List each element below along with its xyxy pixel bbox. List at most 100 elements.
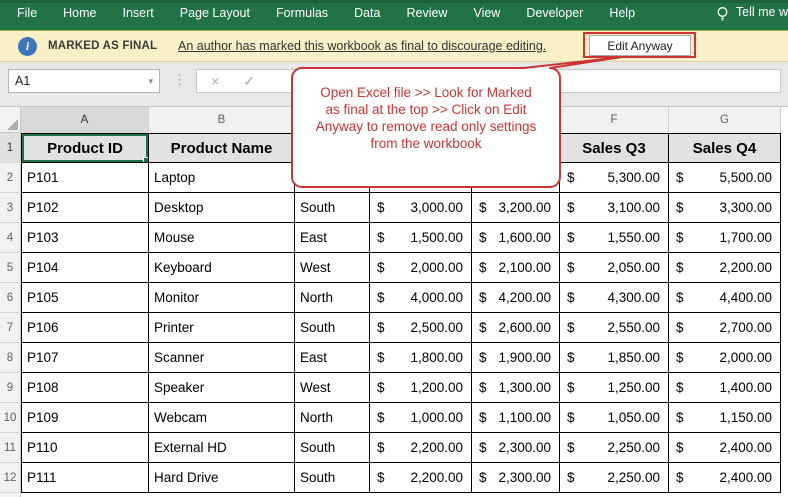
- grid-cell-G1[interactable]: Sales Q4: [669, 133, 781, 163]
- grid-cell-F11[interactable]: $2,250.00: [560, 433, 669, 463]
- name-box-dropdown-icon[interactable]: ▾: [148, 76, 159, 87]
- ribbon-tab-insert[interactable]: Insert: [110, 0, 167, 20]
- grid-cell-D3[interactable]: $3,000.00: [370, 193, 472, 223]
- grid-cell-C7[interactable]: South: [295, 313, 370, 343]
- grid-cell-A5[interactable]: P104: [21, 253, 149, 283]
- grid-cell-D9[interactable]: $1,200.00: [370, 373, 472, 403]
- grid-cell-B6[interactable]: Monitor: [149, 283, 295, 313]
- grid-cell-F7[interactable]: $2,550.00: [560, 313, 669, 343]
- grid-cell-A9[interactable]: P108: [21, 373, 149, 403]
- enter-icon[interactable]: ✓: [243, 73, 255, 90]
- row-header-9[interactable]: 9: [0, 373, 21, 403]
- grid-cell-E6[interactable]: $4,200.00: [472, 283, 560, 313]
- row-header-8[interactable]: 8: [0, 343, 21, 373]
- ribbon-tab-page-layout[interactable]: Page Layout: [167, 0, 263, 20]
- grid-cell-B9[interactable]: Speaker: [149, 373, 295, 403]
- ribbon-tab-review[interactable]: Review: [393, 0, 460, 20]
- tell-me-box[interactable]: Tell me w: [716, 0, 788, 22]
- grid-cell-C4[interactable]: East: [295, 223, 370, 253]
- select-all-corner[interactable]: [0, 107, 21, 133]
- grid-cell-D10[interactable]: $1,000.00: [370, 403, 472, 433]
- grid-cell-G12[interactable]: $2,400.00: [669, 463, 781, 493]
- grid-cell-F10[interactable]: $1,050.00: [560, 403, 669, 433]
- grid-cell-B1[interactable]: Product Name: [149, 133, 295, 163]
- ribbon-tab-formulas[interactable]: Formulas: [263, 0, 341, 20]
- grid-cell-E5[interactable]: $2,100.00: [472, 253, 560, 283]
- row-header-4[interactable]: 4: [0, 223, 21, 253]
- grid-cell-G10[interactable]: $1,150.00: [669, 403, 781, 433]
- row-header-6[interactable]: 6: [0, 283, 21, 313]
- row-header-12[interactable]: 12: [0, 463, 21, 493]
- row-header-5[interactable]: 5: [0, 253, 21, 283]
- grid-cell-C9[interactable]: West: [295, 373, 370, 403]
- grid-cell-D5[interactable]: $2,000.00: [370, 253, 472, 283]
- grid-cell-G4[interactable]: $1,700.00: [669, 223, 781, 253]
- row-header-2[interactable]: 2: [0, 163, 21, 193]
- grid-cell-E8[interactable]: $1,900.00: [472, 343, 560, 373]
- grid-cell-E9[interactable]: $1,300.00: [472, 373, 560, 403]
- cancel-icon[interactable]: ×: [211, 73, 219, 89]
- grid-cell-D4[interactable]: $1,500.00: [370, 223, 472, 253]
- column-header-B[interactable]: B: [149, 107, 295, 133]
- grid-cell-B3[interactable]: Desktop: [149, 193, 295, 223]
- grid-cell-B12[interactable]: Hard Drive: [149, 463, 295, 493]
- grid-cell-A8[interactable]: P107: [21, 343, 149, 373]
- grid-cell-C8[interactable]: East: [295, 343, 370, 373]
- ribbon-tab-file[interactable]: File: [4, 0, 50, 20]
- row-header-11[interactable]: 11: [0, 433, 21, 463]
- row-header-3[interactable]: 3: [0, 193, 21, 223]
- grid-cell-E10[interactable]: $1,100.00: [472, 403, 560, 433]
- grid-cell-E4[interactable]: $1,600.00: [472, 223, 560, 253]
- row-header-1[interactable]: 1: [0, 133, 21, 163]
- grid-cell-F8[interactable]: $1,850.00: [560, 343, 669, 373]
- grid-cell-C6[interactable]: North: [295, 283, 370, 313]
- grid-cell-G6[interactable]: $4,400.00: [669, 283, 781, 313]
- grid-cell-C12[interactable]: South: [295, 463, 370, 493]
- grid-cell-G9[interactable]: $1,400.00: [669, 373, 781, 403]
- grid-cell-G7[interactable]: $2,700.00: [669, 313, 781, 343]
- grid-cell-B10[interactable]: Webcam: [149, 403, 295, 433]
- grid-cell-F6[interactable]: $4,300.00: [560, 283, 669, 313]
- grid-cell-C5[interactable]: West: [295, 253, 370, 283]
- grid-cell-F3[interactable]: $3,100.00: [560, 193, 669, 223]
- grid-cell-E7[interactable]: $2,600.00: [472, 313, 560, 343]
- grid-cell-G2[interactable]: $5,500.00: [669, 163, 781, 193]
- grid-cell-A2[interactable]: P101: [21, 163, 149, 193]
- grid-cell-D11[interactable]: $2,200.00: [370, 433, 472, 463]
- grid-cell-E11[interactable]: $2,300.00: [472, 433, 560, 463]
- grid-cell-B8[interactable]: Scanner: [149, 343, 295, 373]
- ribbon-tab-view[interactable]: View: [460, 0, 513, 20]
- grid-cell-D6[interactable]: $4,000.00: [370, 283, 472, 313]
- grid-cell-A1[interactable]: Product ID: [21, 133, 149, 163]
- grid-cell-C10[interactable]: North: [295, 403, 370, 433]
- grid-cell-D7[interactable]: $2,500.00: [370, 313, 472, 343]
- grid-cell-E3[interactable]: $3,200.00: [472, 193, 560, 223]
- grid-cell-G11[interactable]: $2,400.00: [669, 433, 781, 463]
- column-header-G[interactable]: G: [669, 107, 781, 133]
- grid-cell-F5[interactable]: $2,050.00: [560, 253, 669, 283]
- grid-cell-B5[interactable]: Keyboard: [149, 253, 295, 283]
- column-header-A[interactable]: A: [21, 107, 149, 133]
- grid-cell-A11[interactable]: P110: [21, 433, 149, 463]
- grid-cell-B4[interactable]: Mouse: [149, 223, 295, 253]
- grid-cell-F12[interactable]: $2,250.00: [560, 463, 669, 493]
- grid-cell-B2[interactable]: Laptop: [149, 163, 295, 193]
- grid-cell-A10[interactable]: P109: [21, 403, 149, 433]
- row-header-7[interactable]: 7: [0, 313, 21, 343]
- grid-cell-A12[interactable]: P111: [21, 463, 149, 493]
- grid-cell-G8[interactable]: $2,000.00: [669, 343, 781, 373]
- ribbon-tab-home[interactable]: Home: [50, 0, 109, 20]
- grid-cell-E12[interactable]: $2,300.00: [472, 463, 560, 493]
- name-box[interactable]: A1 ▾: [8, 69, 160, 93]
- ribbon-tab-data[interactable]: Data: [341, 0, 393, 20]
- grid-cell-D8[interactable]: $1,800.00: [370, 343, 472, 373]
- grid-cell-B7[interactable]: Printer: [149, 313, 295, 343]
- ribbon-tab-help[interactable]: Help: [596, 0, 648, 20]
- grid-cell-A6[interactable]: P105: [21, 283, 149, 313]
- grid-cell-D12[interactable]: $2,200.00: [370, 463, 472, 493]
- ribbon-tab-developer[interactable]: Developer: [513, 0, 596, 20]
- grid-cell-F4[interactable]: $1,550.00: [560, 223, 669, 253]
- grid-cell-A4[interactable]: P103: [21, 223, 149, 253]
- row-header-10[interactable]: 10: [0, 403, 21, 433]
- grid-cell-B11[interactable]: External HD: [149, 433, 295, 463]
